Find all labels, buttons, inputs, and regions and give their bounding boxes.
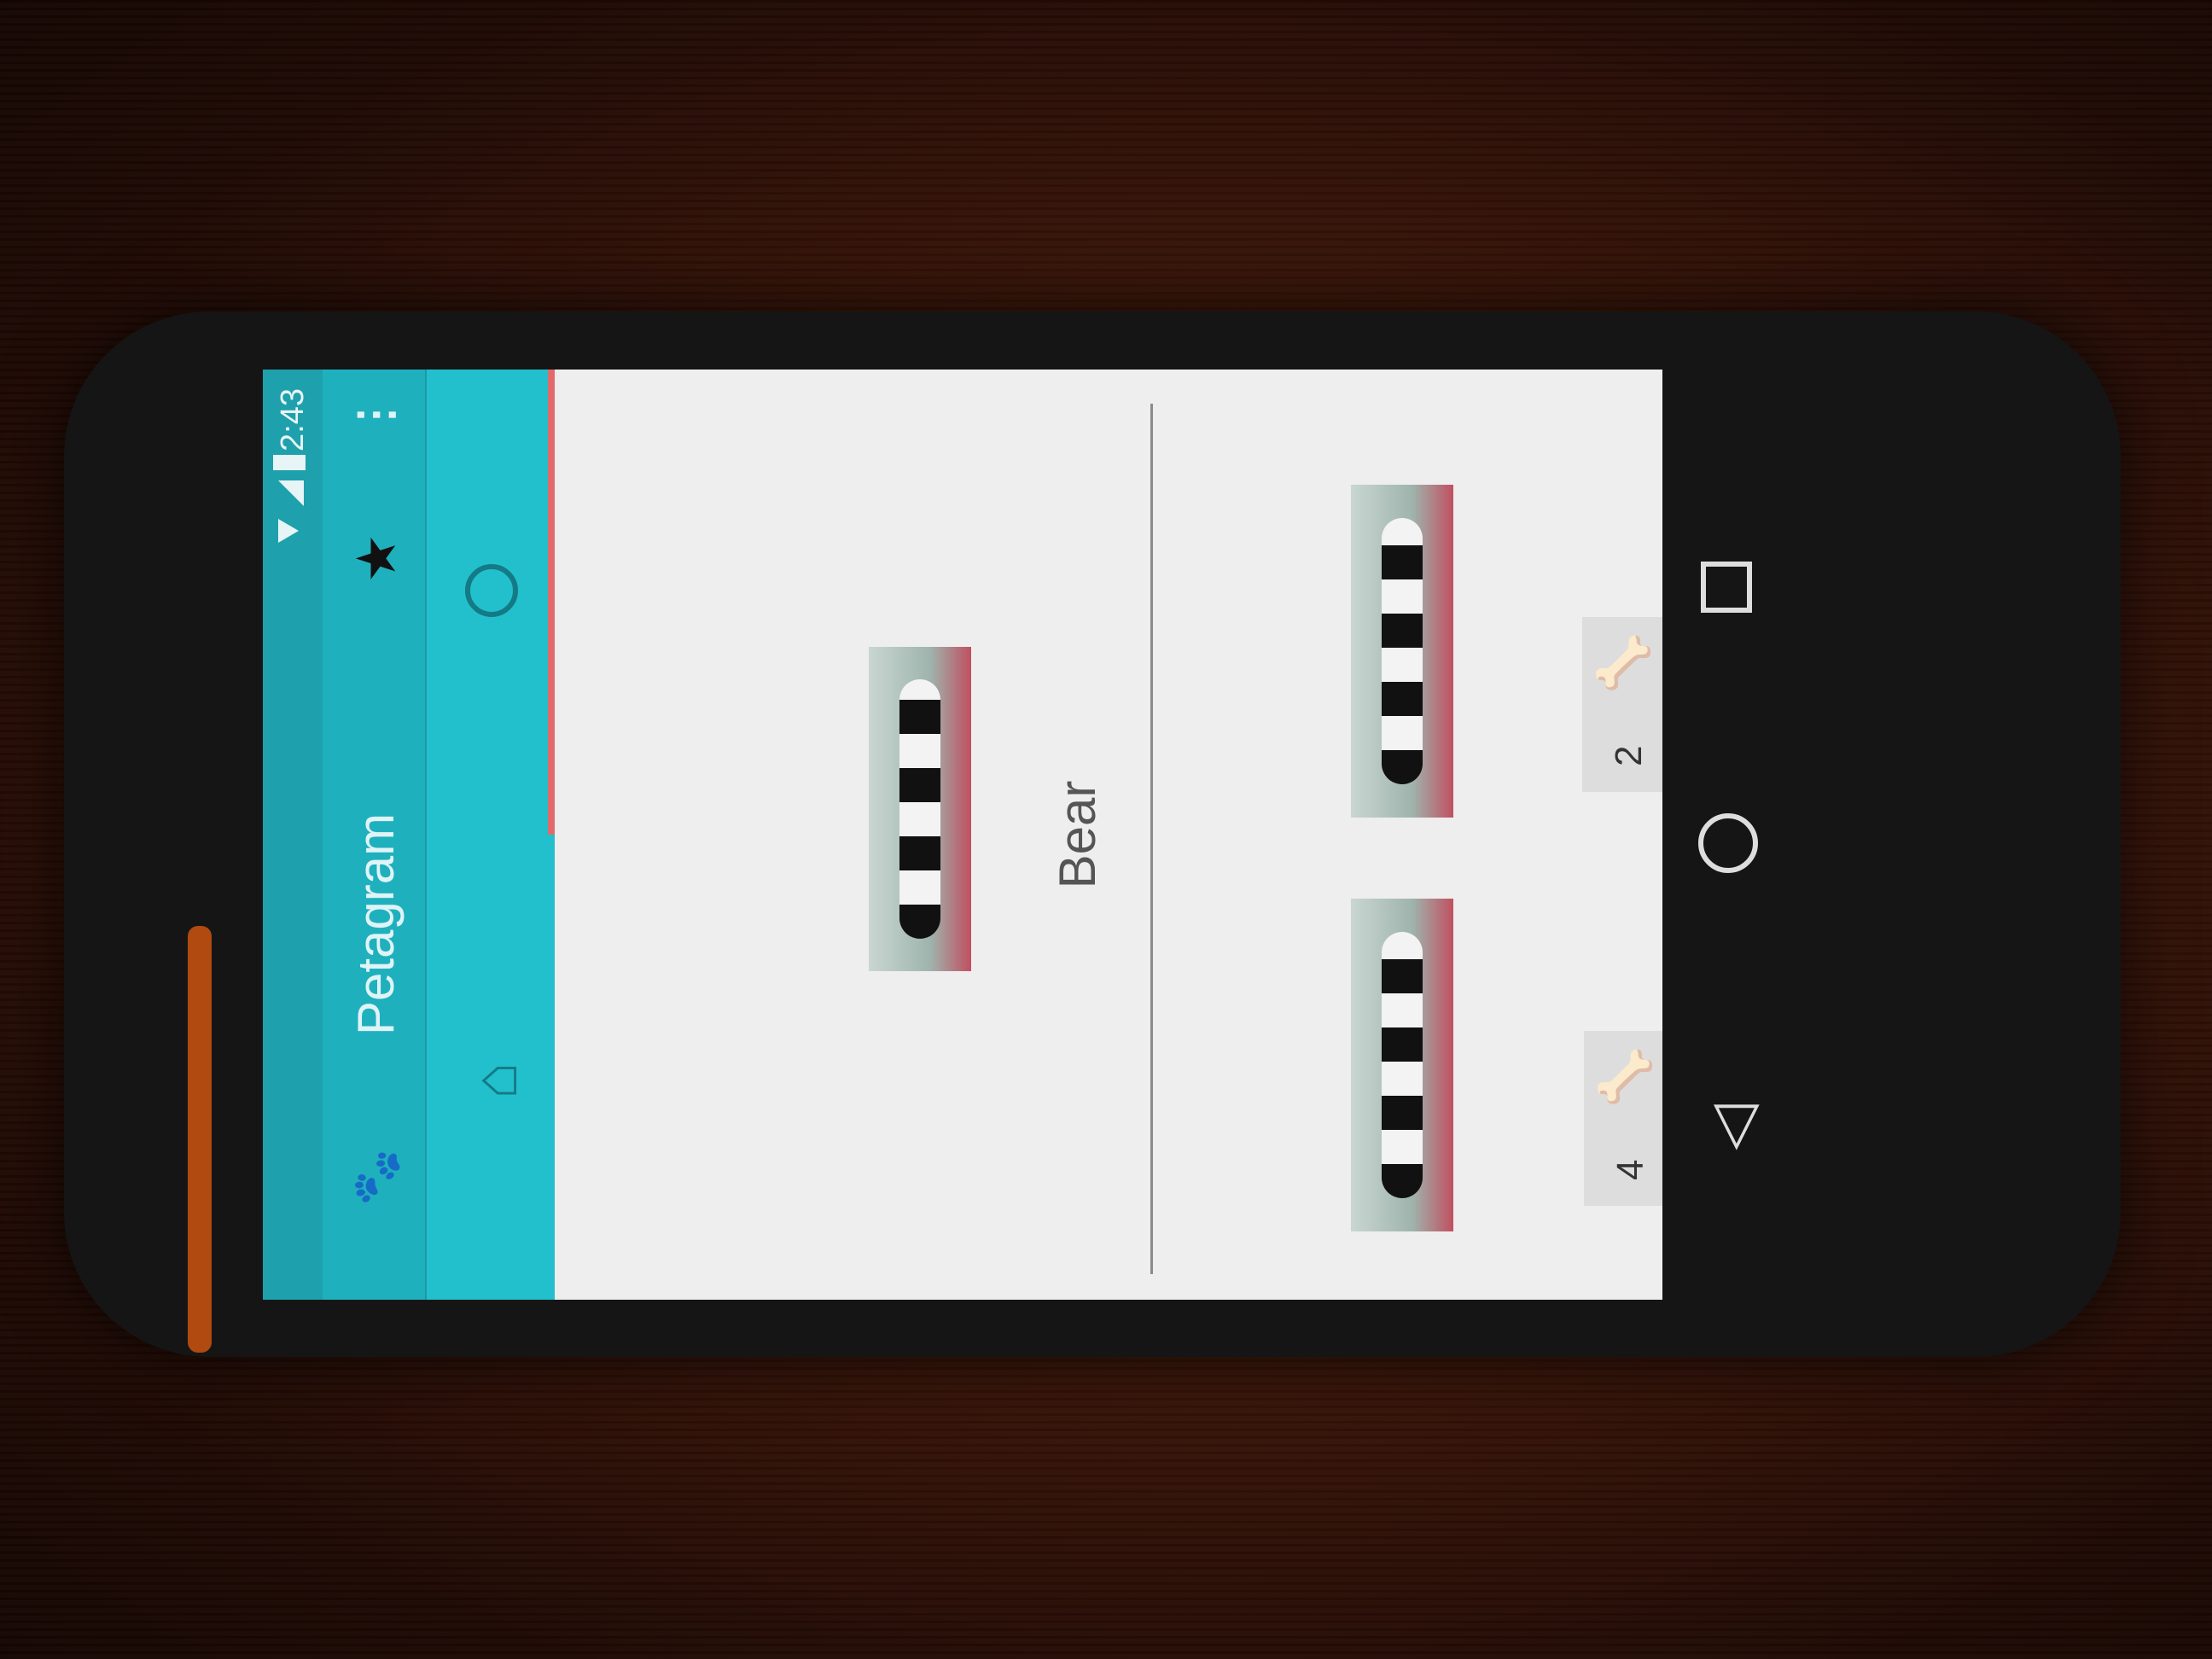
tab-profile[interactable] (427, 370, 555, 835)
status-time: 2:43 (275, 388, 311, 451)
recents-icon[interactable] (1701, 562, 1752, 613)
bone-icon: 🦴 (1596, 632, 1651, 694)
battery-icon (273, 455, 306, 470)
like-count: 4 (1610, 1159, 1651, 1180)
signal-icon (278, 480, 304, 506)
paw-icon: 🐾 (351, 1148, 402, 1206)
system-nav-bar: ◁ (1662, 370, 1790, 1300)
tab-home[interactable]: ⌂ (427, 835, 555, 1300)
app-bar: 🐾 Petagram ★ ⋮ (323, 370, 425, 1300)
grid-photo[interactable] (1351, 485, 1453, 818)
like-count: 2 (1608, 745, 1650, 766)
bone-icon: 🦴 (1598, 1045, 1653, 1108)
home-icon: ⌂ (462, 1062, 530, 1100)
divider (1150, 404, 1153, 1274)
phone-speaker (188, 926, 212, 1353)
wifi-icon (278, 519, 299, 543)
pet-name: Bear (1049, 780, 1106, 889)
status-bar: 2:43 (263, 370, 323, 1300)
more-vert-icon[interactable]: ⋮ (348, 392, 402, 438)
star-icon[interactable]: ★ (345, 534, 409, 583)
tab-bar: ⌂ (425, 370, 555, 1300)
app-title: Petagram (347, 812, 405, 1035)
back-icon[interactable]: ◁ (1697, 1104, 1767, 1150)
grid-photo[interactable] (1351, 899, 1453, 1231)
profile-content: Bear 4 🦴 2 🦴 (553, 370, 1790, 1300)
home-button-icon[interactable] (1698, 813, 1758, 873)
profile-photo (869, 647, 971, 971)
phone-screen: 2:43 🐾 Petagram ★ ⋮ ⌂ Bear 4 🦴 2 🦴 ◁ (263, 370, 1790, 1300)
app-portrait-view: 2:43 🐾 Petagram ★ ⋮ ⌂ Bear 4 🦴 2 🦴 ◁ (263, 370, 1790, 1300)
profile-icon (465, 564, 518, 617)
